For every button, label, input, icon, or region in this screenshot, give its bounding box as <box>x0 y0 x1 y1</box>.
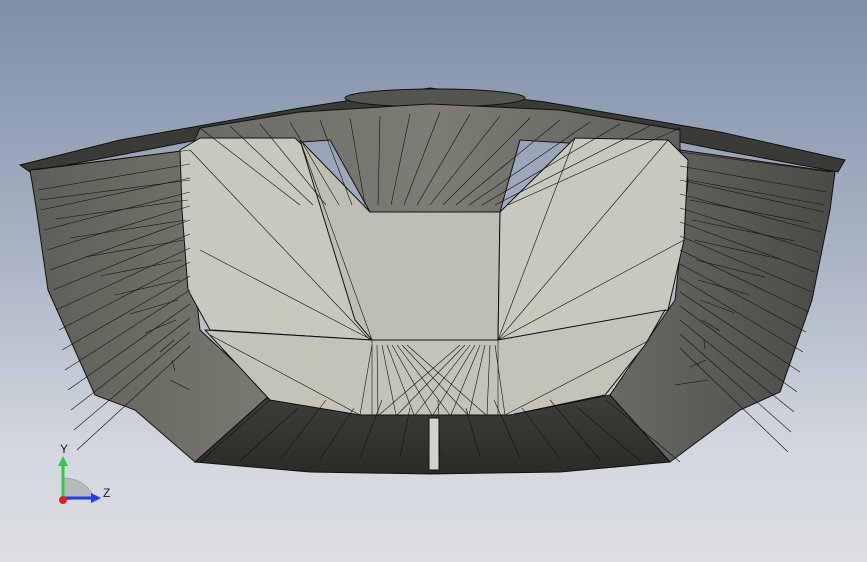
triad-graphic <box>58 456 101 504</box>
y-axis-label: Y <box>60 442 69 456</box>
keel-post <box>428 417 440 471</box>
interior-seat-right <box>497 137 689 341</box>
z-axis-label: Z <box>103 486 111 500</box>
graphics-viewport[interactable]: Y Z <box>0 0 867 562</box>
x-axis-dot <box>59 496 67 504</box>
z-axis-arrow <box>91 493 101 503</box>
boat-hull-model[interactable] <box>0 0 867 562</box>
y-axis-arrow <box>58 456 68 466</box>
orientation-triad: Y Z <box>45 440 125 520</box>
